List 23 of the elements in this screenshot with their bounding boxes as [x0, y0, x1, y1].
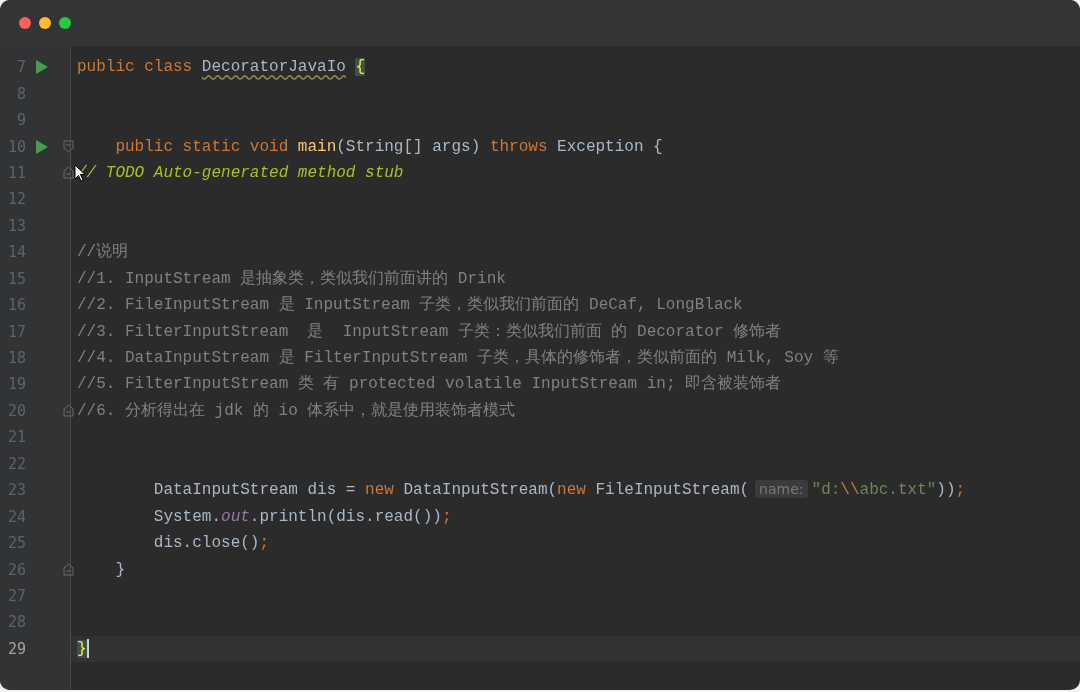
fold-icon[interactable] — [63, 140, 74, 154]
code-line: //6. 分析得出在 jdk 的 io 体系中，就是使用装饰者模式 — [77, 400, 516, 421]
run-icon[interactable] — [35, 139, 49, 154]
code-line: } — [114, 559, 125, 580]
line-number: 29 — [6, 639, 26, 658]
window-control-button[interactable] — [39, 17, 51, 29]
code-line: //2. FileInputStream 是 InputStream 子类，类似我们前面的 DeCaf, LongBlack — [77, 295, 743, 316]
run-icon[interactable] — [35, 60, 49, 75]
code-line: //5. FilterInputStream 类 有 protected volatile InputStream in; 即含被装饰者 — [77, 374, 782, 395]
code-line: public class DecoratorJavaIo { — [77, 57, 366, 78]
code-line: //说明 — [77, 242, 129, 263]
code-line: public static void main(String[] args) throws Exception { — [114, 136, 663, 157]
code-line: //3. FilterInputStream 是 InputStream 子类：类似我们前面 的 Decorator 修饰者 — [77, 321, 782, 342]
fold-icon[interactable] — [63, 404, 74, 418]
window-control-button[interactable] — [59, 17, 71, 29]
code-line: dis.close(); — [152, 533, 270, 554]
fold-icon[interactable] — [63, 166, 74, 180]
fold-icon[interactable] — [63, 563, 74, 577]
code-line: DataInputStream dis = new DataInputStream(new FileInputStream( name: "d:\\abc.txt")); — [152, 480, 966, 501]
code-line: //4. DataInputStream 是 FilterInputStream 子类，具体的修饰者，类似前面的 Milk, Soy 等 — [77, 348, 839, 369]
code-line: //1. InputStream 是抽象类，类似我们前面讲的 Drink — [77, 268, 506, 289]
window-control-button[interactable] — [19, 17, 31, 29]
code-line: System.out.println(dis.read()); — [152, 506, 452, 527]
